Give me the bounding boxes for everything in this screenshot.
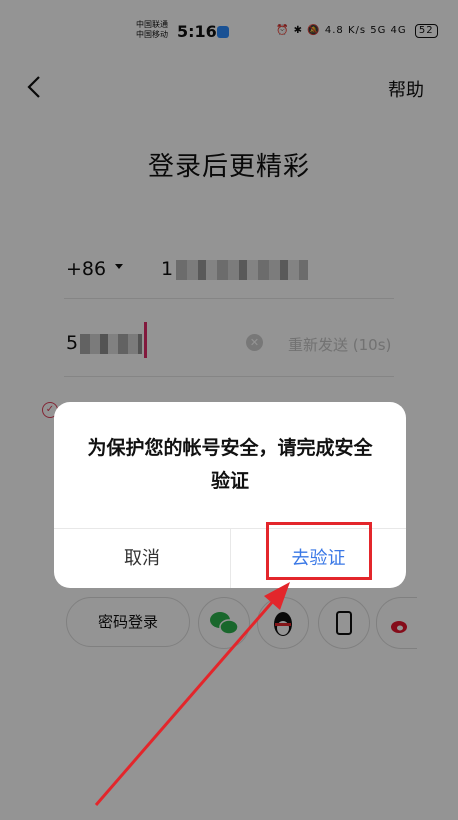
login-screen: 中国联通 中国移动 5:16 ⏰ ✱ 🔕 4.8 K/s 5G 4G 52 帮助… — [0, 0, 458, 820]
pointer-arrow-icon — [94, 582, 290, 806]
